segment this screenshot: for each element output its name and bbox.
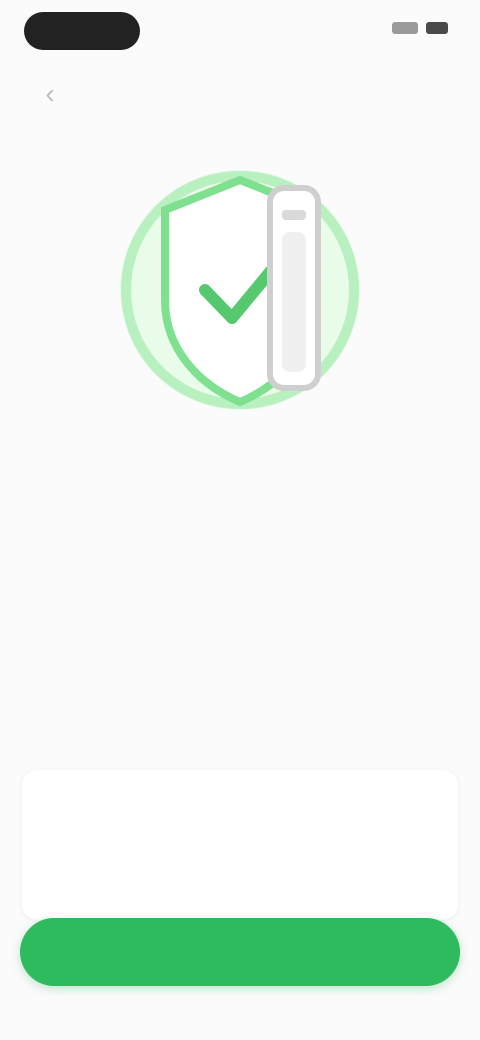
info-card: [22, 770, 458, 920]
status-icons: [392, 22, 448, 34]
primary-action-button[interactable]: [20, 918, 460, 986]
shield-check-illustration: [120, 170, 360, 410]
hero-illustration: [110, 140, 370, 430]
back-button[interactable]: ‹: [30, 74, 70, 114]
status-bar: [0, 0, 480, 60]
navigation-bar: ‹: [0, 56, 480, 126]
chevron-left-icon: ‹: [45, 78, 55, 109]
signal-icon: [392, 22, 418, 34]
battery-icon: [426, 22, 448, 34]
dynamic-island: [24, 12, 140, 50]
